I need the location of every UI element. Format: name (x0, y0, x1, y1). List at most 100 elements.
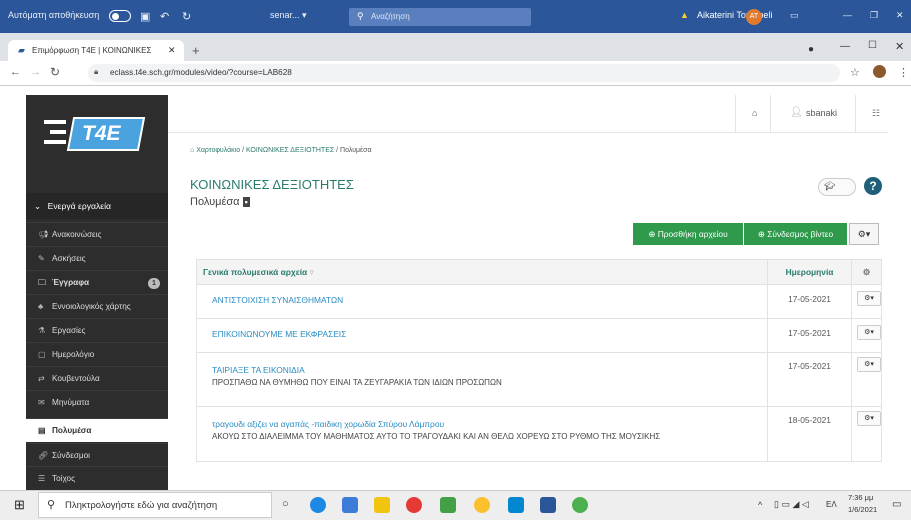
home-icon[interactable]: ⌂ (752, 108, 757, 118)
clock-time[interactable]: 7:36 μμ (848, 493, 873, 502)
documents-badge: 1 (148, 278, 160, 289)
browser-maximize-icon[interactable]: ☐ (868, 40, 877, 51)
username[interactable]: sbanaki (806, 108, 837, 118)
sidebar-item-label: Ασκήσεις (52, 254, 86, 263)
media-date: 17-05-2021 (767, 318, 852, 353)
sidebar-item-label: Τοίχος (52, 474, 76, 483)
record-icon[interactable]: ● (808, 44, 814, 55)
app-blue-icon[interactable] (508, 497, 524, 513)
sidebar-item-links[interactable]: 🔗︎ Σύνδεσμοι (26, 443, 168, 467)
chrome-icon[interactable] (474, 497, 490, 513)
tray-icons[interactable]: ▯ ▭ ◢ ◁ (774, 499, 809, 510)
menu-dots-icon[interactable]: ⋮ (898, 66, 909, 79)
add-file-button[interactable]: ⊕ Προσθήκη αρχείου (633, 223, 743, 245)
settings-dropdown-button[interactable]: ⚙▾ (849, 223, 879, 245)
breadcrumb-course[interactable]: ΚΟΙΝΩΝΙΚΕΣ ΔΕΞΙΟΤΗΤΕΣ (246, 147, 334, 154)
store-icon[interactable] (342, 497, 358, 513)
office-search[interactable]: ⚲ Αναζήτηση (349, 8, 531, 26)
notification-icon[interactable]: ▭ (892, 499, 901, 510)
media-link[interactable]: ΕΠΙΚΟΙΝΩΝΟΥΜΕ ΜΕ ΕΚΦΡΑΣΕΙΣ (212, 329, 767, 339)
word-icon[interactable] (540, 497, 556, 513)
forward-icon[interactable]: → (30, 66, 41, 78)
sidebar-item-chat[interactable]: ⇄ Κουβεντούλα (26, 366, 168, 390)
media-date: 18-05-2021 (767, 406, 852, 462)
opera-icon[interactable] (406, 497, 422, 513)
divider (770, 95, 771, 133)
chrome-alt-icon[interactable] (572, 497, 588, 513)
sidebar-item-wall[interactable]: ☰ Τοίχος (26, 466, 168, 490)
ribbon-display-icon[interactable]: ▭ (790, 10, 799, 21)
tab-close-icon[interactable]: ✕ (168, 45, 176, 56)
sidebar-item-announcements[interactable]: 📢︎ Ανακοινώσεις (26, 222, 168, 246)
sidebar-item-label: Ανακοινώσεις (52, 230, 102, 239)
save-icon[interactable]: ▣ (140, 10, 150, 23)
course-title[interactable]: ΚΟΙΝΩΝΙΚΕΣ ΔΕΞΙΟΤΗΤΕΣ (190, 177, 354, 192)
add-video-link-button[interactable]: ⊕ Σύνδεσμος βίντεο (744, 223, 847, 245)
media-description: ΠΡΟΣΠΑΘΩ ΝΑ ΘΥΜΗΘΩ ΠΟΥ ΕΙΝΑΙ ΤΑ ΖΕΥΓΑΡΑΚ… (212, 378, 502, 387)
table-row: τραγουδι αξιζει να αγαπάς -παιδικη χορωδ… (195, 406, 883, 462)
browser-tab[interactable]: ▰ Επιμόρφωση T4E | ΚΟΙΝΩΝΙΚΕΣ ✕ (8, 40, 184, 61)
pencil-icon: ✎ (38, 254, 45, 263)
clock-date[interactable]: 1/6/2021 (848, 505, 877, 514)
row-options-button[interactable]: ⚙▾ (856, 325, 881, 340)
megaphone-icon: 📢︎ (38, 230, 49, 239)
undo-icon[interactable]: ↶ (160, 10, 169, 23)
profile-icon[interactable] (873, 65, 886, 78)
table-row: ΑΝΤΙΣΤΟΙΧΙΣΗ ΣΥΝΑΙΣΘΗΜΑΤΩΝ 17-05-2021 ⚙▾ (195, 284, 883, 319)
back-icon[interactable]: ← (10, 66, 21, 78)
row-options-button[interactable]: ⚙▾ (856, 357, 881, 372)
file-explorer-icon[interactable] (374, 497, 390, 513)
header-date[interactable]: Ημερομηνία (767, 259, 852, 285)
sidebar-item-documents[interactable]: 🗀︎ Έγγραφα 1 (26, 270, 168, 294)
sidebar-item-calendar[interactable]: ▢ Ημερολόγιο (26, 342, 168, 366)
close-icon[interactable]: ✕ (896, 10, 904, 21)
settings-sliders-icon[interactable]: ☷ (872, 108, 880, 119)
tray-chevron-icon[interactable]: ^ (758, 500, 762, 510)
media-date: 17-05-2021 (767, 284, 852, 319)
minimize-icon[interactable]: — (843, 10, 852, 20)
browser-minimize-icon[interactable]: — (840, 41, 850, 52)
taskbar-search[interactable]: ⚲ Πληκτρολογήστε εδώ για αναζήτηση (38, 492, 272, 518)
redo-icon[interactable]: ↻ (182, 10, 191, 23)
windows-start-icon[interactable]: ⊞ (14, 497, 25, 513)
edge-icon[interactable] (310, 497, 326, 513)
row-options-button[interactable]: ⚙▾ (856, 411, 881, 426)
language-indicator[interactable]: ΕΛ (826, 500, 837, 509)
media-link[interactable]: ΑΝΤΙΣΤΟΙΧΙΣΗ ΣΥΝΑΙΣΘΗΜΑΤΩΝ (212, 295, 767, 305)
sidebar-section-header[interactable]: ⌄ Ενεργά εργαλεία (26, 193, 168, 219)
sidebar-item-multimedia[interactable]: ▤ Πολυμέσα (26, 418, 168, 442)
reload-icon[interactable]: ↻ (50, 65, 60, 79)
breadcrumb-home[interactable]: ⌂ Χαρτοφυλάκιο (190, 147, 240, 154)
logo-text: T4E (82, 122, 121, 145)
film-icon: ▤ (38, 426, 46, 435)
page-subtitle-text: Πολυμέσα (190, 196, 240, 208)
divider (735, 95, 736, 133)
filename[interactable]: senar... ▾ (270, 10, 307, 21)
maximize-icon[interactable]: ❐ (870, 10, 878, 21)
autosave-toggle[interactable] (109, 10, 131, 22)
media-link[interactable]: τραγουδι αξιζει να αγαπάς -παιδικη χορωδ… (212, 419, 767, 429)
chevron-down-icon: ⌄ (34, 201, 42, 211)
sidebar-item-assignments[interactable]: ⚗ Εργασίες (26, 318, 168, 342)
tab-title: Επιμόρφωση T4E | ΚΟΙΝΩΝΙΚΕΣ (32, 46, 152, 55)
new-tab-icon[interactable]: + (192, 43, 200, 58)
app-green-icon[interactable] (440, 497, 456, 513)
user-icon: 👤︎ (790, 107, 803, 118)
list-icon: ☰ (38, 474, 46, 483)
student-view-toggle[interactable]: 🎓︎ (818, 178, 856, 196)
t4e-logo[interactable]: T4E (40, 112, 146, 156)
row-options-button[interactable]: ⚙▾ (856, 291, 881, 306)
avatar[interactable]: AT (746, 9, 762, 25)
header-title[interactable]: Γενικά πολυμεσικά αρχεία ▿ (195, 259, 769, 285)
bookmark-star-icon[interactable]: ☆ (850, 66, 860, 79)
url-field[interactable]: 🔒︎ eclass.t4e.sch.gr/modules/video/?cour… (88, 64, 840, 82)
sidebar-item-messages[interactable]: ✉ Μηνύματα (26, 390, 168, 414)
cortana-icon[interactable]: ○ (282, 498, 289, 510)
browser-close-icon[interactable]: ✕ (895, 40, 904, 53)
sidebar-item-exercises[interactable]: ✎ Ασκήσεις (26, 246, 168, 270)
search-icon: ⚲ (47, 499, 56, 511)
help-icon[interactable]: ? (864, 177, 882, 195)
sidebar-item-concept-map[interactable]: ♣ Εννοιολογικός χάρτης (26, 294, 168, 318)
film-icon: ▪ (242, 197, 250, 207)
media-link[interactable]: ΤΑΙΡΙΑΞΕ ΤΑ ΕΙΚΟΝΙΔΙΑ (212, 365, 767, 375)
